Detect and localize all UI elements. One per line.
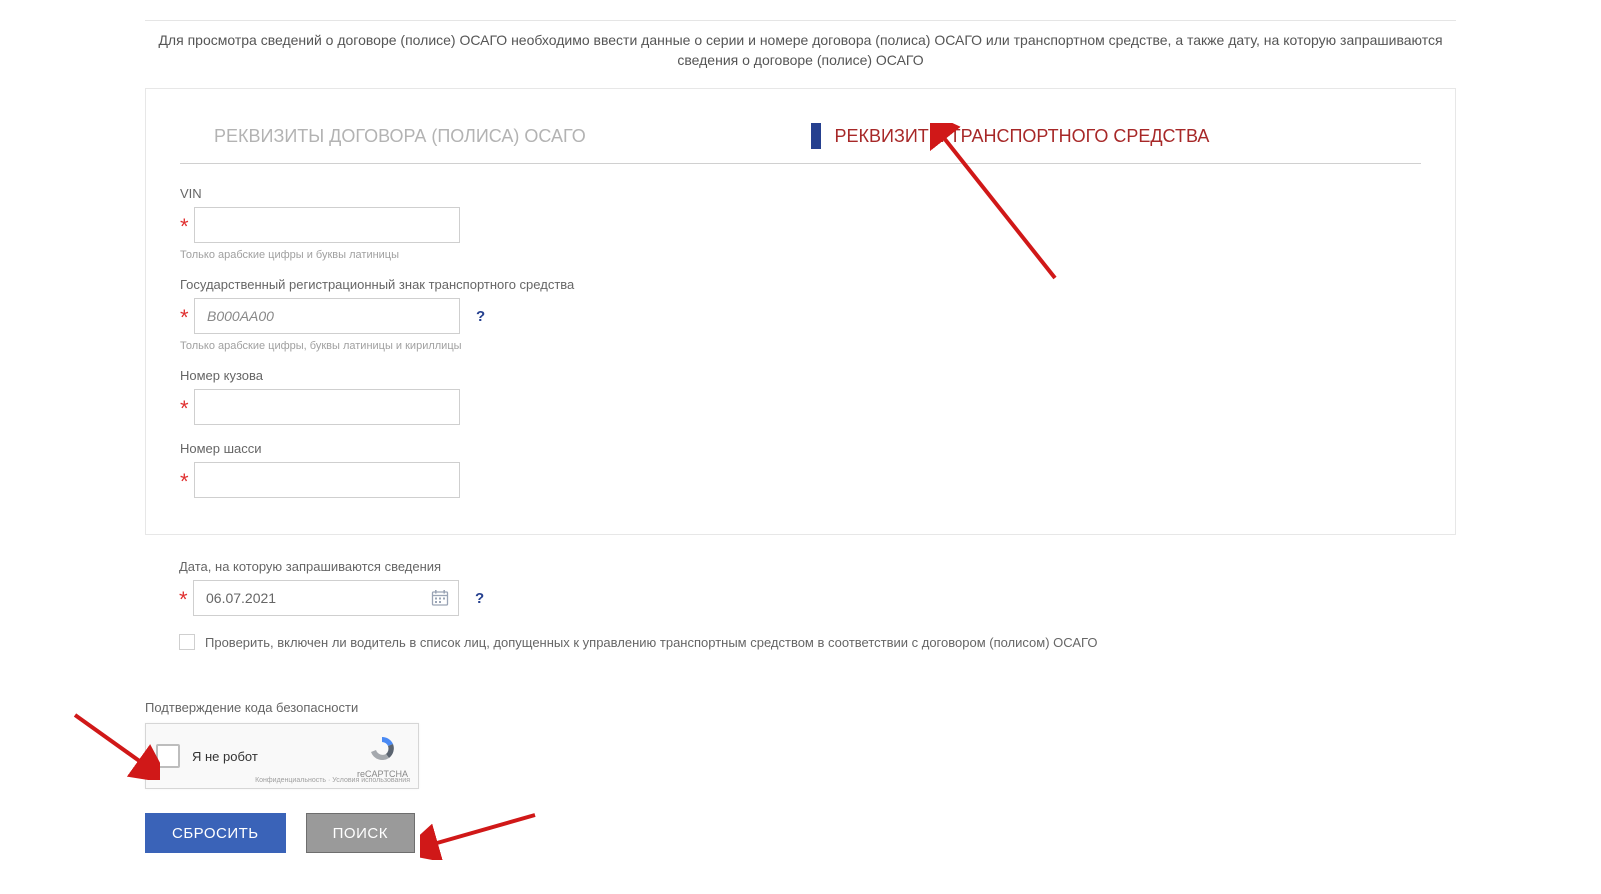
tabs: РЕКВИЗИТЫ ДОГОВОРА (ПОЛИСА) ОСАГО РЕКВИЗ… [180, 113, 1421, 164]
date-help-icon[interactable]: ? [475, 590, 484, 607]
field-date: Дата, на которую запрашиваются сведения … [179, 559, 1456, 616]
tab-policy[interactable]: РЕКВИЗИТЫ ДОГОВОРА (ПОЛИСА) ОСАГО [180, 113, 801, 163]
chassis-label: Номер шасси [180, 441, 1421, 456]
chassis-input[interactable] [194, 462, 460, 498]
vin-label: VIN [180, 186, 1421, 201]
required-asterisk: * [180, 214, 194, 240]
field-body: Номер кузова * [180, 368, 1421, 425]
recaptcha-label: Я не робот [192, 749, 258, 764]
date-input[interactable] [193, 580, 459, 616]
required-asterisk: * [180, 396, 194, 422]
recaptcha-legal: Конфиденциальность · Условия использован… [255, 777, 410, 784]
recaptcha-icon [365, 734, 399, 764]
intro-text: Для просмотра сведений о договоре (полис… [145, 31, 1456, 88]
grz-hint: Только арабские цифры, буквы латиницы и … [180, 340, 1421, 352]
date-label: Дата, на которую запрашиваются сведения [179, 559, 1456, 574]
field-vin: VIN * Только арабские цифры и буквы лати… [180, 186, 1421, 261]
required-asterisk: * [180, 305, 194, 331]
required-asterisk: * [180, 469, 194, 495]
tab-active-indicator [811, 123, 821, 149]
vin-input[interactable] [194, 207, 460, 243]
grz-help-icon[interactable]: ? [476, 308, 485, 325]
search-button[interactable]: ПОИСК [306, 813, 415, 853]
tab-vehicle-label: РЕКВИЗИТЫ ТРАНСПОРТНОГО СРЕДСТВА [835, 126, 1210, 147]
driver-check-label: Проверить, включен ли водитель в список … [205, 635, 1097, 650]
required-asterisk: * [179, 587, 193, 613]
tab-vehicle[interactable]: РЕКВИЗИТЫ ТРАНСПОРТНОГО СРЕДСТВА [801, 113, 1422, 163]
field-chassis: Номер шасси * [180, 441, 1421, 498]
driver-checkbox[interactable] [179, 634, 195, 650]
grz-input[interactable] [194, 298, 460, 334]
form-panel: РЕКВИЗИТЫ ДОГОВОРА (ПОЛИСА) ОСАГО РЕКВИЗ… [145, 88, 1456, 535]
tab-policy-label: РЕКВИЗИТЫ ДОГОВОРА (ПОЛИСА) ОСАГО [214, 126, 586, 147]
reset-button[interactable]: СБРОСИТЬ [145, 813, 286, 853]
captcha-title: Подтверждение кода безопасности [145, 700, 1456, 715]
body-label: Номер кузова [180, 368, 1421, 383]
recaptcha-widget: Я не робот reCAPTCHA Конфиденциальность … [145, 723, 419, 789]
driver-check-row: Проверить, включен ли водитель в список … [179, 634, 1456, 650]
body-input[interactable] [194, 389, 460, 425]
grz-label: Государственный регистрационный знак тра… [180, 277, 1421, 292]
vin-hint: Только арабские цифры и буквы латиницы [180, 249, 1421, 261]
field-grz: Государственный регистрационный знак тра… [180, 277, 1421, 352]
recaptcha-checkbox[interactable] [156, 744, 180, 768]
